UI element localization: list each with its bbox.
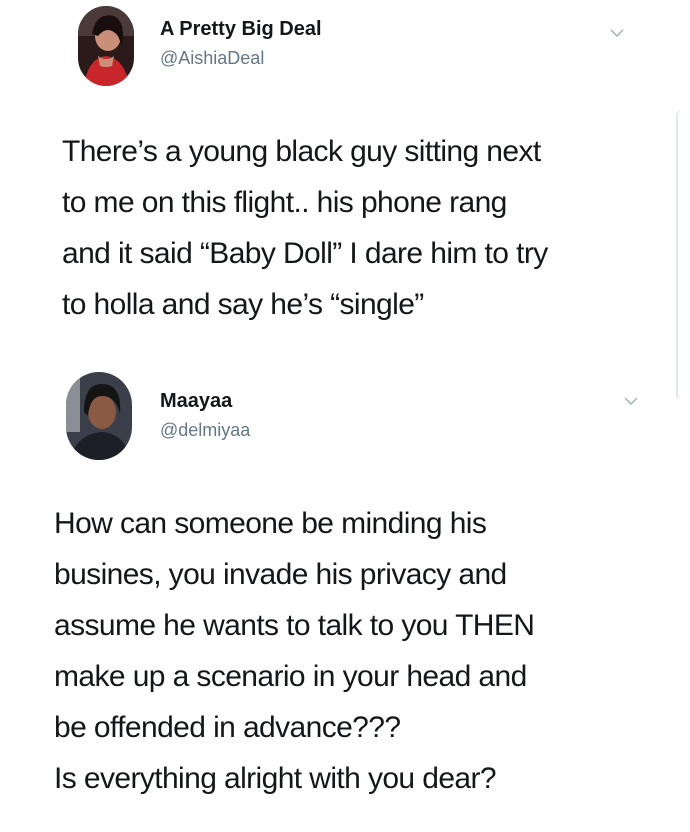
user-handle[interactable]: @AishiaDeal: [160, 48, 264, 69]
display-name[interactable]: A Pretty Big Deal: [160, 18, 322, 41]
scrollbar[interactable]: [676, 110, 690, 400]
tweet-text-line: busines, you invade his privacy and: [54, 558, 507, 591]
tweet-text-line: assume he wants to talk to you THEN: [54, 609, 535, 642]
tweet-text-line: be offended in advance???: [54, 711, 401, 744]
tweet-text: There’s a young black guy sitting next t…: [62, 126, 548, 330]
tweet-text-line: to me on this flight.. his phone rang: [62, 186, 507, 219]
chevron-down-icon[interactable]: [624, 396, 638, 406]
tweet-text-line: How can someone be minding his: [54, 507, 487, 540]
chevron-down-icon[interactable]: [610, 28, 624, 38]
profile-photo-icon[interactable]: [78, 6, 134, 86]
tweet-text-line: There’s a young black guy sitting next: [62, 135, 541, 168]
user-handle[interactable]: @delmiyaa: [160, 420, 250, 441]
display-name[interactable]: Maayaa: [160, 390, 232, 413]
tweet-text-line: to holla and say he’s “single”: [62, 288, 424, 321]
profile-photo-icon[interactable]: [66, 372, 132, 460]
tweet-text-line: make up a scenario in your head and: [54, 660, 527, 693]
tweet-text: How can someone be minding his busines, …: [54, 498, 535, 804]
tweet-card[interactable]: A Pretty Big Deal @AishiaDeal There’s a …: [0, 0, 690, 360]
tweet-text-line: and it said “Baby Doll” I dare him to tr…: [62, 237, 548, 270]
tweet-card[interactable]: Maayaa @delmiyaa How can someone be mind…: [0, 360, 690, 832]
tweet-text-line: Is everything alright with you dear?: [54, 762, 497, 795]
